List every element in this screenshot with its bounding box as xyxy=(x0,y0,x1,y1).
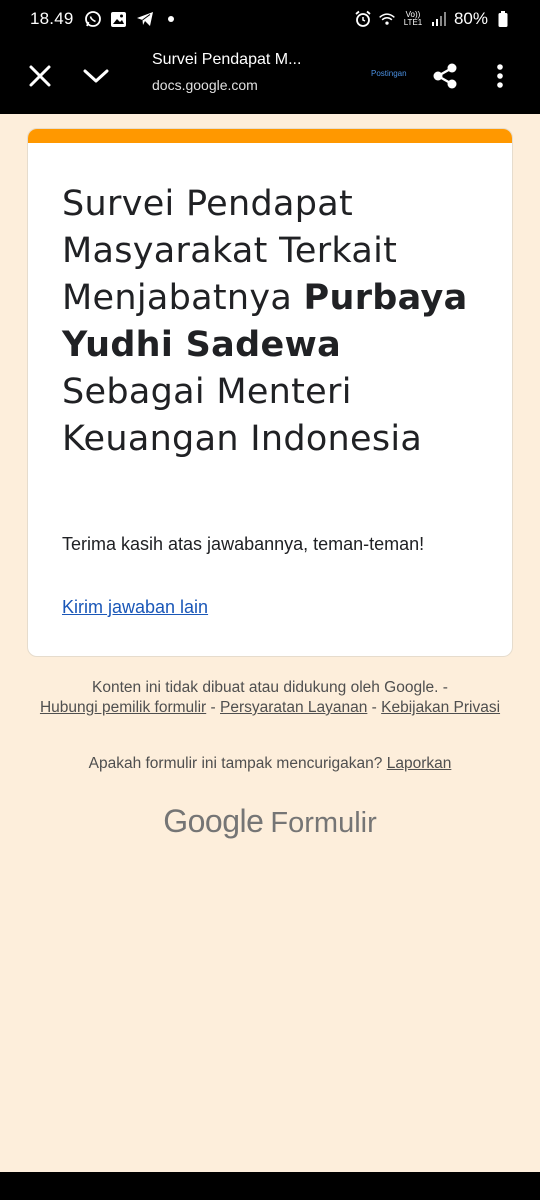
submit-another-response-link[interactable]: Kirim jawaban lain xyxy=(62,597,208,618)
brand-google: Google xyxy=(163,803,264,839)
dot-icon xyxy=(162,10,180,28)
footer-separator: - xyxy=(206,699,220,716)
close-icon xyxy=(29,65,51,87)
form-title-part2: Sebagai Menteri Keuangan Indonesia xyxy=(62,372,423,459)
footer-disclaimer: Konten ini tidak dibuat atau didukung ol… xyxy=(30,678,510,718)
more-vert-icon xyxy=(497,64,503,88)
close-button[interactable] xyxy=(20,56,60,96)
volte-icon: Vo)) LTE1 xyxy=(402,10,424,28)
system-nav-bar xyxy=(0,1172,540,1200)
signal-icon xyxy=(430,10,448,28)
page-title: Survei Pendapat M... xyxy=(152,51,302,68)
post-button[interactable]: Postingan xyxy=(371,69,407,78)
form-card: Survei Pendapat Masyarakat Terkait Menja… xyxy=(27,128,513,657)
custom-tab-toolbar: Survei Pendapat M... docs.google.com Pos… xyxy=(0,38,540,114)
battery-icon xyxy=(494,10,512,28)
wifi-icon xyxy=(378,10,396,28)
gallery-icon xyxy=(110,10,128,28)
suspicious-text: Apakah formulir ini tampak mencurigakan? xyxy=(88,755,383,772)
confirmation-message: Terima kasih atas jawabannya, teman-tema… xyxy=(62,534,425,554)
alarm-icon xyxy=(354,10,372,28)
share-icon xyxy=(433,63,457,89)
page-url: docs.google.com xyxy=(152,77,258,93)
report-link[interactable]: Laporkan xyxy=(387,755,452,772)
privacy-link[interactable]: Kebijakan Privasi xyxy=(381,699,500,716)
report-line: Apakah formulir ini tampak mencurigakan?… xyxy=(30,755,510,773)
contact-owner-link[interactable]: Hubungi pemilik formulir xyxy=(40,699,206,716)
footer-separator: - xyxy=(367,699,382,716)
share-button[interactable] xyxy=(425,56,465,96)
card-accent-bar xyxy=(28,129,512,143)
more-options-button[interactable] xyxy=(480,56,520,96)
status-time: 18.49 xyxy=(30,9,74,28)
terms-link[interactable]: Persyaratan Layanan xyxy=(220,699,367,716)
minimize-button[interactable] xyxy=(76,56,116,96)
brand-forms: Formulir xyxy=(270,807,377,839)
volte-label: Vo)) LTE1 xyxy=(403,10,423,27)
google-forms-logo[interactable]: Google Formulir xyxy=(0,803,540,840)
disclaimer-text: Konten ini tidak dibuat atau didukung ol… xyxy=(92,679,448,696)
whatsapp-icon xyxy=(84,10,102,28)
battery-percent: 80% xyxy=(453,9,488,28)
form-title: Survei Pendapat Masyarakat Terkait Menja… xyxy=(62,181,492,463)
status-bar: 18.49 Vo)) LTE1 80% xyxy=(0,0,540,38)
page-info[interactable]: Survei Pendapat M... docs.google.com xyxy=(152,51,352,93)
telegram-icon xyxy=(136,10,154,28)
chevron-down-icon xyxy=(83,69,109,83)
